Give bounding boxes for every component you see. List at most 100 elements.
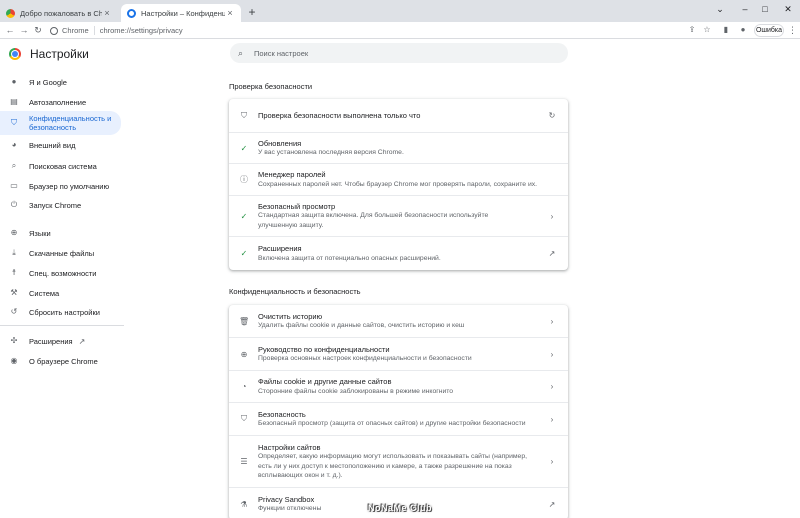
share-icon[interactable]: ⇪ bbox=[686, 24, 698, 36]
sidebar-item-about-chrome[interactable]: ◉ О браузере Chrome bbox=[0, 354, 121, 368]
chevron-right-icon: › bbox=[550, 382, 554, 391]
site-settings-row[interactable]: ☰ Настройки сайтов Определяет, какую инф… bbox=[229, 435, 568, 487]
safety-check-status-row: ⛉ Проверка безопасности выполнена только… bbox=[229, 99, 568, 132]
open-external-icon: ↗ bbox=[78, 336, 86, 346]
forward-button[interactable]: → bbox=[17, 23, 31, 37]
sidebar-item-privacy[interactable]: ⛉ Конфиденциальность и безопасность bbox=[0, 111, 121, 135]
sidebar-item-search-engine[interactable]: ⌕ Поисковая система bbox=[0, 159, 121, 173]
url-text: chrome://settings/privacy bbox=[99, 26, 183, 35]
check-icon: ✓ bbox=[240, 211, 248, 221]
search-input[interactable] bbox=[254, 48, 554, 58]
sidebar-item-label: Сбросить настройки bbox=[29, 307, 100, 317]
reload-button[interactable]: ↻ bbox=[31, 23, 45, 37]
profile-icon[interactable]: ● bbox=[737, 24, 749, 36]
row-subtitle: Стандартная защита включена. Для большей… bbox=[258, 212, 489, 229]
sidebar-item-label: Расширения bbox=[29, 336, 73, 346]
safety-check-extensions-row[interactable]: ✓ Расширения Включена защита от потенциа… bbox=[229, 236, 568, 270]
safety-check-safe-browsing-row[interactable]: ✓ Безопасный просмотр Стандартная защита… bbox=[229, 195, 568, 236]
sidebar-item-default-browser[interactable]: ▭ Браузер по умолчанию bbox=[0, 179, 121, 193]
tab-welcome[interactable]: Добро пожаловать в Chrome! × bbox=[0, 4, 118, 22]
minimize-button[interactable]: – bbox=[737, 2, 753, 16]
error-button[interactable]: Ошибка bbox=[754, 24, 784, 37]
search-icon: ⌕ bbox=[238, 47, 244, 58]
palette-icon: ◕ bbox=[11, 140, 17, 149]
sidebar-item-languages[interactable]: ⊕ Языки bbox=[0, 226, 121, 240]
autofill-icon: ▤ bbox=[10, 97, 18, 106]
puzzle-icon: ✣ bbox=[10, 336, 18, 345]
safety-check-passwords-row: ⓘ Менеджер паролей Сохраненных паролей н… bbox=[229, 163, 568, 195]
sidebar-item-reset[interactable]: ↺ Сбросить настройки bbox=[0, 305, 121, 319]
search-icon: ⌕ bbox=[11, 161, 17, 170]
sidebar-item-extensions[interactable]: ✣ Расширения ↗ bbox=[0, 334, 121, 348]
tab-search-icon[interactable]: ⌄ bbox=[712, 2, 728, 16]
tab-settings[interactable]: Настройки – Конфиденциальнос × bbox=[121, 4, 241, 22]
new-tab-button[interactable]: + bbox=[245, 4, 259, 20]
address-bar[interactable]: Chrome chrome://settings/privacy bbox=[50, 24, 680, 37]
row-subtitle: Сохраненных паролей нет. Чтобы браузер C… bbox=[258, 180, 538, 188]
row-title: Менеджер паролей bbox=[258, 170, 326, 179]
side-panel-icon[interactable]: ▮ bbox=[720, 24, 732, 36]
section-heading-safety-check: Проверка безопасности bbox=[229, 82, 313, 91]
trash-icon: 🗑 bbox=[239, 316, 250, 326]
sidebar-item-appearance[interactable]: ◕ Внешний вид bbox=[0, 138, 121, 152]
sidebar-item-label: Языки bbox=[29, 228, 51, 238]
info-icon: ⓘ bbox=[240, 175, 248, 184]
row-subtitle: Безопасный просмотр (защита от опасных с… bbox=[258, 420, 526, 427]
chevron-right-icon: › bbox=[550, 414, 554, 424]
gear-icon bbox=[127, 8, 136, 18]
arrow-left-icon: ← bbox=[5, 25, 15, 35]
sliders-icon: ☰ bbox=[240, 457, 248, 466]
star-icon[interactable]: ☆ bbox=[701, 24, 713, 36]
refresh-icon[interactable]: ↻ bbox=[546, 111, 558, 120]
row-title: Файлы cookie и другие данные сайтов bbox=[258, 377, 392, 386]
flask-icon: ⚗ bbox=[240, 499, 248, 509]
sidebar-item-label: Скачанные файлы bbox=[29, 248, 95, 258]
open-external-icon: ↗ bbox=[548, 249, 556, 258]
chevron-right-icon: › bbox=[550, 349, 554, 359]
chrome-icon bbox=[6, 8, 15, 18]
accessibility-icon: ☨ bbox=[11, 268, 17, 277]
sidebar-item-label: Браузер по умолчанию bbox=[29, 181, 110, 191]
tab-title: Настройки – Конфиденциальнос bbox=[141, 8, 225, 18]
sidebar-item-downloads[interactable]: ⤓ Скачанные файлы bbox=[0, 246, 121, 260]
chrome-logo-icon bbox=[9, 48, 21, 60]
sidebar-item-you-and-google[interactable]: ● Я и Google bbox=[0, 75, 121, 89]
close-tab-icon[interactable]: × bbox=[102, 8, 112, 18]
cookies-row[interactable]: ◔ Файлы cookie и другие данные сайтов Ст… bbox=[229, 370, 568, 402]
sidebar-item-accessibility[interactable]: ☨ Спец. возможности bbox=[0, 266, 121, 280]
more-menu-icon[interactable]: ⋮ bbox=[788, 24, 797, 37]
close-tab-icon[interactable]: × bbox=[225, 8, 235, 18]
tab-title: Добро пожаловать в Chrome! bbox=[20, 8, 102, 18]
open-external-icon: ↗ bbox=[548, 499, 556, 509]
row-subtitle: Определяет, какую информацию могут испол… bbox=[258, 453, 527, 479]
row-title: Обновления bbox=[258, 138, 302, 148]
row-subtitle: Сторонние файлы cookie заблокированы в р… bbox=[258, 387, 454, 395]
sidebar-item-system[interactable]: ⚒ Система bbox=[0, 286, 121, 300]
row-title: Расширения bbox=[258, 244, 302, 253]
clear-history-row[interactable]: 🗑 Очистить историю Удалить файлы cookie … bbox=[229, 305, 568, 337]
security-row[interactable]: ⛉ Безопасность Безопасный просмотр (защи… bbox=[229, 402, 568, 435]
shield-icon: ⛉ bbox=[241, 110, 247, 120]
page-title: Настройки bbox=[30, 47, 89, 61]
maximize-button[interactable]: □ bbox=[757, 2, 773, 16]
sidebar-item-label: Я и Google bbox=[29, 77, 67, 87]
site-info-chip[interactable]: Chrome bbox=[50, 26, 95, 35]
globe-icon: ⊕ bbox=[10, 228, 18, 237]
privacy-guide-row[interactable]: ⊕ Руководство по конфиденциальности Пров… bbox=[229, 337, 568, 370]
row-title: Руководство по конфиденциальности bbox=[258, 344, 390, 354]
safety-check-updates-row: ✓ Обновления У вас установлена последняя… bbox=[229, 132, 568, 163]
settings-search[interactable]: ⌕ bbox=[230, 43, 568, 63]
sidebar-item-on-startup[interactable]: ⏻ Запуск Chrome bbox=[0, 198, 121, 212]
cookie-icon: ◔ bbox=[241, 382, 247, 391]
chevron-right-icon: › bbox=[550, 316, 554, 326]
close-window-button[interactable]: ✕ bbox=[780, 2, 796, 16]
back-button[interactable]: ← bbox=[3, 23, 17, 37]
chrome-icon: ◉ bbox=[10, 356, 18, 365]
download-icon: ⤓ bbox=[12, 248, 16, 257]
sidebar-item-autofill[interactable]: ▤ Автозаполнение bbox=[0, 95, 121, 109]
browser-toolbar: ← → ↻ Chrome chrome://settings/privacy ⇪… bbox=[0, 22, 800, 39]
reload-icon: ↻ bbox=[34, 25, 42, 35]
sidebar-item-label: Спец. возможности bbox=[29, 268, 97, 278]
chevron-right-icon: › bbox=[550, 211, 554, 221]
tab-strip: Добро пожаловать в Chrome! × Настройки –… bbox=[0, 0, 800, 22]
